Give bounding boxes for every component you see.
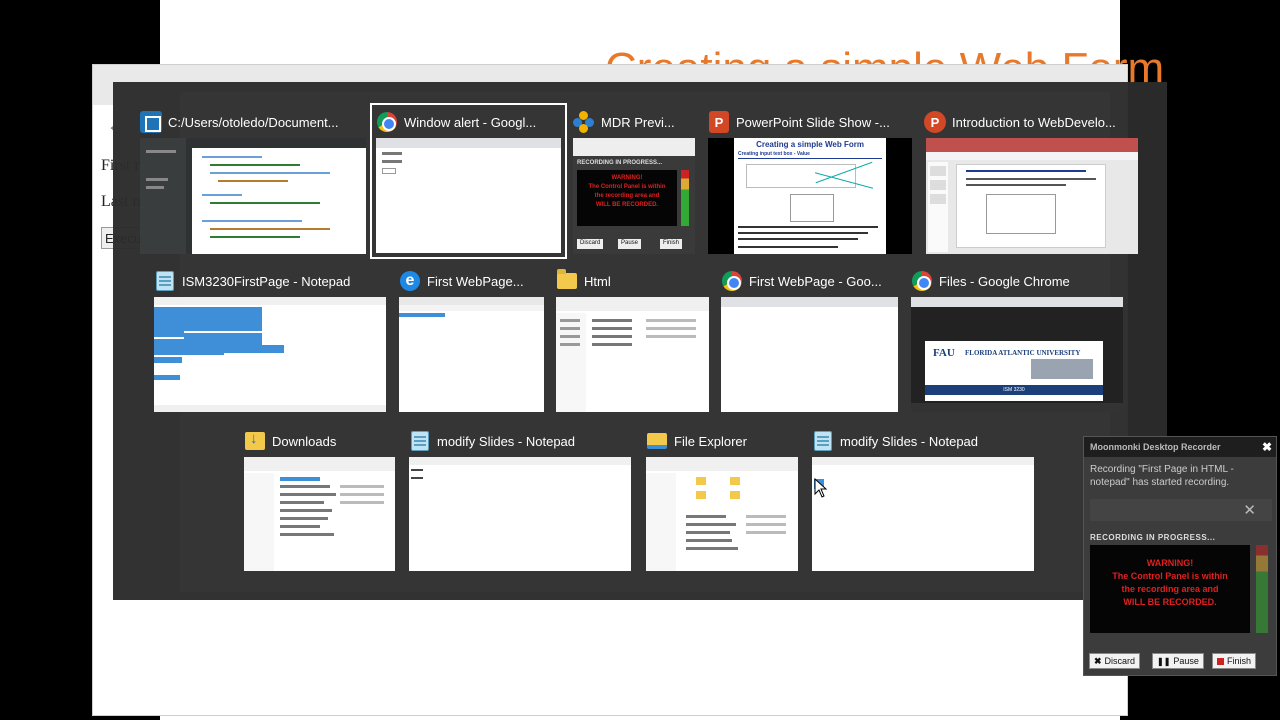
recorder-message: Recording "First Page in HTML - notepad"… [1090,464,1234,488]
window-title: File Explorer [674,433,747,449]
screen: Creating a simple Web Form ← First n Las… [0,0,1280,720]
warning-title: WARNING! [1146,558,1194,568]
window-title: C:/Users/otoledo/Document... [168,114,339,130]
window-title: First WebPage... [427,273,524,289]
close-icon[interactable]: ✕ [1243,501,1256,519]
stop-icon [1217,657,1224,665]
discard-icon: ✖ [1094,655,1102,666]
mdr-thumb-discard: Discard [577,239,604,249]
folder-icon [556,269,578,292]
window-thumbnail [926,138,1138,254]
switcher-item-file-explorer[interactable]: File Explorer [646,429,798,572]
chrome-icon [911,270,933,292]
discard-button[interactable]: ✖ Discard [1089,653,1141,669]
switcher-item-edge-webpage[interactable]: e First WebPage... [399,269,544,412]
switcher-item-modify-slides-2[interactable]: modify Slides - Notepad [812,429,1034,572]
window-title: Files - Google Chrome [939,273,1070,289]
chrome-icon [721,270,743,292]
mouse-cursor-icon [814,478,828,498]
window-thumbnail: FAU FLORIDA ATLANTIC UNIVERSITY ISM 3230 [911,297,1123,412]
file-explorer-icon [646,430,668,452]
audio-level-meter [1256,545,1268,633]
window-title: Downloads [272,433,337,449]
discard-label: Discard [1104,656,1136,666]
warning-line: WILL BE RECORDED. [1123,597,1217,607]
switcher-item-files-chrome[interactable]: Files - Google Chrome FAU FLORIDA ATLANT… [911,269,1123,412]
window-title: PowerPoint Slide Show -... [736,114,890,130]
switcher-item-window-alert[interactable]: Window alert - Googl... [370,103,567,259]
window-thumbnail [646,457,798,571]
window-title: First WebPage - Goo... [749,273,882,289]
window-thumbnail: Creating a simple Web Form Creating inpu… [708,138,912,254]
window-thumbnail [399,297,544,412]
mdr-thumb-finish: Finish [660,239,683,249]
window-title: ISM3230FirstPage - Notepad [182,273,351,289]
window-thumbnail: RECORDING IN PROGRESS... WARNING! The Co… [573,138,695,254]
window-thumbnail [154,297,386,412]
warning-line: The Control Panel is within [1112,571,1228,581]
close-icon[interactable]: ✖ [1262,440,1272,454]
switcher-item-html-folder[interactable]: Html [556,269,709,412]
recorder-title: Moonmonki Desktop Recorder [1084,437,1276,457]
window-thumbnail [556,297,709,412]
finish-label: Finish [1227,656,1252,666]
window-title: Window alert - Googl... [404,114,537,130]
recorder-panel: Moonmonki Desktop Recorder ✖ Recording "… [1083,436,1277,676]
notepad-icon [409,430,431,452]
chrome-icon [376,111,398,133]
powerpoint-icon: P [708,111,730,133]
mdr-thumb-pause: Pause [618,239,642,249]
switcher-item-chrome-webpage[interactable]: First WebPage - Goo... [721,269,898,412]
finish-button[interactable]: Finish [1212,653,1257,669]
window-title: MDR Previ... [601,114,675,130]
brackets-icon [140,111,162,133]
pause-icon: ❚❚ [1157,656,1171,666]
switcher-item-powerpoint[interactable]: P Introduction to WebDevelo... [924,110,1138,256]
window-thumbnail [376,138,561,253]
window-title: modify Slides - Notepad [840,433,979,449]
switcher-item-modify-slides-1[interactable]: modify Slides - Notepad [409,429,631,572]
window-thumbnail [140,138,366,254]
window-title: modify Slides - Notepad [437,433,576,449]
window-thumbnail [812,457,1034,571]
mdr-icon [573,111,595,133]
window-title: Html [584,273,611,289]
switcher-item-slide-show[interactable]: P PowerPoint Slide Show -... Creating a … [708,110,912,256]
recording-status: RECORDING IN PROGRESS... [1090,533,1216,542]
notepad-icon [812,430,834,452]
pause-button[interactable]: ❚❚ Pause [1152,653,1204,669]
edge-icon: e [399,270,421,292]
notepad-icon [154,270,176,292]
switcher-item-brackets[interactable]: C:/Users/otoledo/Document... [140,110,366,256]
warning-line: the recording area and [1121,584,1219,594]
recorder-mini-window: ✕ [1090,499,1272,521]
window-thumbnail [721,297,898,412]
pause-label: Pause [1173,656,1199,666]
downloads-folder-icon [244,430,266,452]
switcher-item-downloads[interactable]: Downloads [244,429,395,572]
window-title: Introduction to WebDevelo... [952,114,1116,130]
window-thumbnail [244,457,395,571]
switcher-item-notepad-first[interactable]: ISM3230FirstPage - Notepad [154,269,386,412]
switcher-item-mdr-preview[interactable]: MDR Previ... RECORDING IN PROGRESS... WA… [573,110,695,256]
window-thumbnail [409,457,631,571]
powerpoint-icon: P [924,111,946,133]
recording-preview: WARNING! The Control Panel is within the… [1090,545,1250,633]
